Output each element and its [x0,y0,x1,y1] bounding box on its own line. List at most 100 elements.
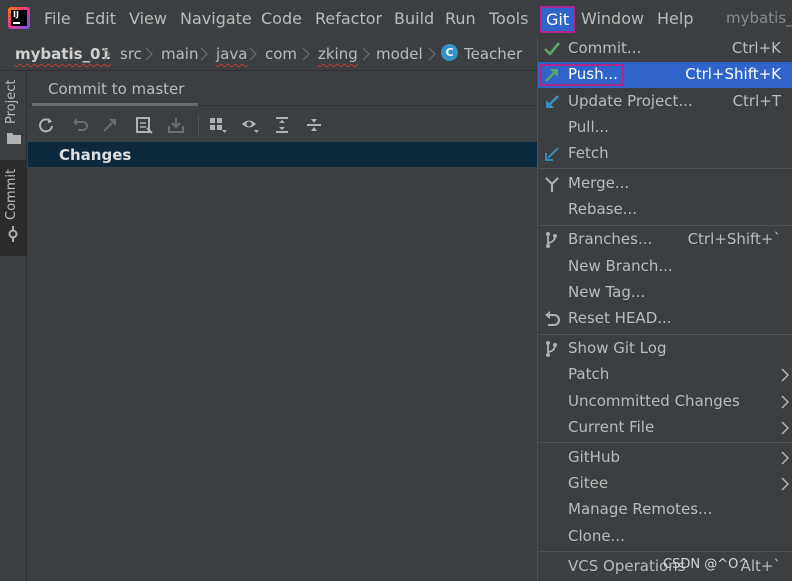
chevron-right-icon [145,47,153,61]
menu-separator [538,442,792,443]
submenu-arrow-icon [781,451,789,465]
menu-item-label: Rebase... [568,200,638,218]
menu-build[interactable]: Build [394,9,434,28]
menu-git[interactable]: Git [540,6,576,33]
menu-item-uncommitted-changes[interactable]: Uncommitted Changes [538,389,792,415]
menu-item-label: Uncommitted Changes [568,392,740,410]
menu-item-new-branch[interactable]: New Branch... [538,254,792,280]
rollback-icon[interactable] [71,116,89,134]
menu-window[interactable]: Window [581,9,644,28]
menu-item-github[interactable]: GitHub [538,445,792,471]
breadcrumb-main[interactable]: main [161,45,198,63]
update-arrow-icon [546,95,559,108]
breadcrumb-project[interactable]: mybatis_01 [15,45,111,63]
menu-item-label: New Tag... [568,283,646,301]
breadcrumb-zking[interactable]: zking [318,45,358,63]
eye-icon[interactable] [241,116,259,134]
menu-item-gitee[interactable]: Gitee [538,471,792,497]
menu-code[interactable]: Code [261,9,302,28]
menu-item-commit[interactable]: Commit... Ctrl+K [538,36,792,62]
menu-item-label: Patch [568,365,610,383]
toolbar-separator [198,115,199,135]
menu-item-label: Fetch [568,144,609,162]
menu-item-clone[interactable]: Clone... [538,524,792,550]
menu-item-label: Show Git Log [568,339,667,357]
expand-all-icon[interactable] [273,116,291,134]
breadcrumb-com[interactable]: com [265,45,297,63]
tab-commit-to-master[interactable]: Commit to master [32,72,199,106]
menu-item-shortcut: Ctrl+Shift+` [687,230,781,248]
menu-item-label: Branches... [568,230,653,248]
menu-item-shortcut: Ctrl+K [731,39,781,57]
submenu-arrow-icon [781,368,789,382]
menu-item-branches[interactable]: Branches... Ctrl+Shift+` [538,227,792,253]
refresh-icon[interactable] [37,116,55,134]
check-icon [544,42,561,56]
breadcrumb-java[interactable]: java [216,45,247,63]
menu-item-update-project[interactable]: Update Project... Ctrl+T [538,89,792,115]
branch-icon [546,232,557,248]
menu-item-merge[interactable]: Merge... [538,171,792,197]
menu-run[interactable]: Run [445,9,476,28]
menu-refactor[interactable]: Refactor [315,9,382,28]
menu-item-label: Current File [568,418,655,436]
menu-item-show-git-log[interactable]: Show Git Log [538,336,792,362]
menu-item-new-tag[interactable]: New Tag... [538,280,792,306]
chevron-right-icon [302,47,310,61]
project-tab-label: Project [4,79,19,124]
diff-icon[interactable] [135,116,153,134]
menu-item-shortcut: Ctrl+Shift+K [685,65,781,83]
menu-item-manage-remotes[interactable]: Manage Remotes... [538,497,792,523]
chevron-right-icon [362,47,370,61]
breadcrumb-teacher[interactable]: Teacher [464,45,522,63]
folder-icon [7,133,21,144]
menu-view[interactable]: View [129,9,167,28]
menu-item-label: Reset HEAD... [568,309,672,327]
menu-item-label: GitHub [568,448,620,466]
breadcrumb-model[interactable]: model [376,45,423,63]
menu-bar: IJ File Edit View Navigate Code Refactor… [0,0,792,36]
commit-icon [8,226,18,242]
menu-item-current-file[interactable]: Current File [538,415,792,441]
menu-item-label: Merge... [568,174,630,192]
changes-node[interactable]: Changes [28,142,538,167]
changes-label: Changes [59,146,132,164]
commit-tab-label: Commit [4,168,19,220]
menu-item-label: Manage Remotes... [568,500,713,518]
breadcrumb-src[interactable]: src [120,45,142,63]
shelve-icon[interactable] [167,116,185,134]
menu-separator [538,168,792,169]
group-by-icon[interactable] [209,116,227,134]
java-class-icon: C [441,44,458,61]
project-tool-tab[interactable]: Project [0,72,27,152]
changes-tree-area [28,167,538,581]
menu-item-label: Clone... [568,527,625,545]
menu-item-reset-head[interactable]: Reset HEAD... [538,306,792,332]
left-tool-strip: Project Commit [0,72,27,581]
menu-item-label: Gitee [568,474,609,492]
menu-item-fetch[interactable]: Fetch [538,141,792,167]
chevron-right-icon [428,47,436,61]
menu-item-label: Pull... [568,118,609,136]
window-title: mybatis_( [726,9,792,27]
collapse-all-icon[interactable] [305,116,323,134]
chevron-right-icon [249,47,257,61]
update-icon[interactable] [101,116,119,134]
chevron-right-icon [200,47,208,61]
merge-icon [545,177,559,192]
menu-file[interactable]: File [44,9,71,28]
fetch-arrow-icon [545,147,559,161]
intellij-logo-icon[interactable]: IJ [8,7,30,29]
menu-tools[interactable]: Tools [489,9,528,28]
menu-item-label: Update Project... [568,92,693,110]
menu-item-label: New Branch... [568,257,673,275]
git-menu-dropdown: Commit... Ctrl+K Push... Ctrl+Shift+K Up… [537,36,792,581]
menu-edit[interactable]: Edit [85,9,116,28]
menu-item-pull[interactable]: Pull... [538,115,792,141]
menu-item-patch[interactable]: Patch [538,362,792,388]
csdn-watermark: CSDN @^O^ [663,557,750,572]
menu-help[interactable]: Help [657,9,693,28]
menu-navigate[interactable]: Navigate [180,9,252,28]
commit-tool-tab[interactable]: Commit [0,160,27,256]
menu-item-rebase[interactable]: Rebase... [538,197,792,223]
